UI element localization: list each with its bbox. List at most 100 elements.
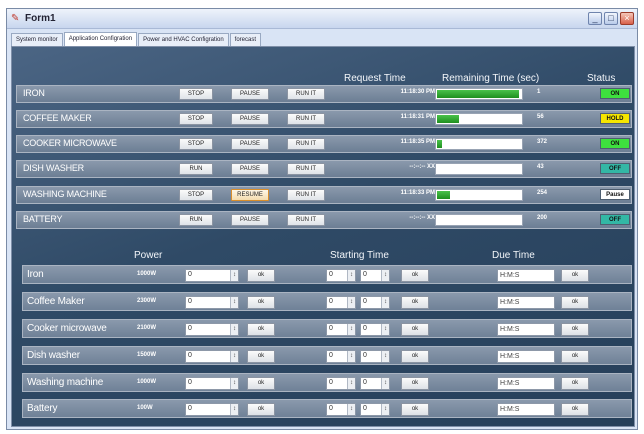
pause-button[interactable]: PAUSE bbox=[231, 214, 269, 226]
start-time-ok-button[interactable]: ok bbox=[401, 377, 429, 390]
spin-arrows-icon[interactable]: ↕ bbox=[230, 324, 238, 335]
close-button[interactable]: × bbox=[620, 12, 634, 25]
start-minute-input[interactable]: 0 ↕ bbox=[360, 350, 390, 363]
title-bar[interactable]: ✎ Form1 _ □ × bbox=[7, 9, 637, 29]
due-time-ok-button[interactable]: ok bbox=[561, 269, 589, 282]
status-badge: ON bbox=[600, 88, 630, 99]
spin-arrows-icon[interactable]: ↕ bbox=[347, 404, 355, 415]
maximize-button[interactable]: □ bbox=[604, 12, 618, 25]
power-value: 0 bbox=[188, 379, 192, 386]
spin-arrows-icon[interactable]: ↕ bbox=[347, 378, 355, 389]
spin-arrows-icon[interactable]: ↕ bbox=[230, 351, 238, 362]
due-time-input[interactable]: H:M:S bbox=[497, 350, 555, 363]
spin-arrows-icon[interactable]: ↕ bbox=[381, 378, 389, 389]
stop-button[interactable]: STOP bbox=[179, 113, 213, 125]
start-hour-input[interactable]: 0 ↕ bbox=[326, 403, 356, 416]
spin-arrows-icon[interactable]: ↕ bbox=[347, 324, 355, 335]
power-input[interactable]: 0 ↕ bbox=[185, 377, 239, 390]
run-it-button[interactable]: RUN IT bbox=[287, 113, 325, 125]
start-time-ok-button[interactable]: ok bbox=[401, 296, 429, 309]
start-hour-value: 0 bbox=[329, 379, 333, 386]
header-remaining-time: Remaining Time (sec) bbox=[442, 73, 540, 84]
spin-arrows-icon[interactable]: ↕ bbox=[230, 404, 238, 415]
power-ok-button[interactable]: ok bbox=[247, 296, 275, 309]
start-minute-input[interactable]: 0 ↕ bbox=[360, 269, 390, 282]
spin-arrows-icon[interactable]: ↕ bbox=[347, 297, 355, 308]
start-hour-input[interactable]: 0 ↕ bbox=[326, 350, 356, 363]
due-time-input[interactable]: H:M:S bbox=[497, 296, 555, 309]
power-input[interactable]: 0 ↕ bbox=[185, 403, 239, 416]
start-hour-input[interactable]: 0 ↕ bbox=[326, 377, 356, 390]
spin-arrows-icon[interactable]: ↕ bbox=[381, 404, 389, 415]
due-time-ok-button[interactable]: ok bbox=[561, 296, 589, 309]
due-time-input[interactable]: H:M:S bbox=[497, 377, 555, 390]
power-input[interactable]: 0 ↕ bbox=[185, 269, 239, 282]
tab-system-monitor[interactable]: System monitor bbox=[11, 33, 63, 46]
due-time-ok-button[interactable]: ok bbox=[561, 403, 589, 416]
spin-arrows-icon[interactable]: ↕ bbox=[381, 351, 389, 362]
start-minute-input[interactable]: 0 ↕ bbox=[360, 377, 390, 390]
request-time: --:--:-- XX bbox=[409, 215, 435, 221]
tab-forecast[interactable]: forecast bbox=[229, 33, 262, 46]
resume-button[interactable]: RESUME bbox=[231, 189, 269, 201]
due-time-input[interactable]: H:M:S bbox=[497, 403, 555, 416]
run-it-button[interactable]: RUN IT bbox=[287, 138, 325, 150]
power-input[interactable]: 0 ↕ bbox=[185, 296, 239, 309]
run-button[interactable]: RUN bbox=[179, 214, 213, 226]
pause-button[interactable]: PAUSE bbox=[231, 163, 269, 175]
remaining-progress-bar bbox=[435, 88, 523, 100]
due-time-ok-button[interactable]: ok bbox=[561, 377, 589, 390]
run-button[interactable]: RUN bbox=[179, 163, 213, 175]
status-badge: OFF bbox=[600, 214, 630, 225]
spin-arrows-icon[interactable]: ↕ bbox=[347, 351, 355, 362]
tab-strip: System monitor Application Configration Po… bbox=[11, 32, 262, 46]
pause-button[interactable]: PAUSE bbox=[231, 113, 269, 125]
start-time-ok-button[interactable]: ok bbox=[401, 403, 429, 416]
run-it-button[interactable]: RUN IT bbox=[287, 189, 325, 201]
power-input[interactable]: 0 ↕ bbox=[185, 323, 239, 336]
remaining-progress-bar bbox=[435, 163, 523, 175]
start-hour-value: 0 bbox=[329, 405, 333, 412]
pause-button[interactable]: PAUSE bbox=[231, 138, 269, 150]
due-time-input[interactable]: H:M:S bbox=[497, 269, 555, 282]
spin-arrows-icon[interactable]: ↕ bbox=[381, 270, 389, 281]
power-ok-button[interactable]: ok bbox=[247, 350, 275, 363]
start-hour-input[interactable]: 0 ↕ bbox=[326, 269, 356, 282]
stop-button[interactable]: STOP bbox=[179, 88, 213, 100]
start-hour-input[interactable]: 0 ↕ bbox=[326, 296, 356, 309]
spin-arrows-icon[interactable]: ↕ bbox=[230, 270, 238, 281]
spin-arrows-icon[interactable]: ↕ bbox=[230, 297, 238, 308]
config-row: Iron 1000W 0 ↕ ok 0 ↕ 0 ↕ ok H:M:S ok bbox=[22, 265, 632, 284]
start-hour-input[interactable]: 0 ↕ bbox=[326, 323, 356, 336]
power-ok-button[interactable]: ok bbox=[247, 269, 275, 282]
run-it-button[interactable]: RUN IT bbox=[287, 214, 325, 226]
run-it-button[interactable]: RUN IT bbox=[287, 163, 325, 175]
start-time-ok-button[interactable]: ok bbox=[401, 350, 429, 363]
power-ok-button[interactable]: ok bbox=[247, 403, 275, 416]
minimize-button[interactable]: _ bbox=[588, 12, 602, 25]
stop-button[interactable]: STOP bbox=[179, 189, 213, 201]
start-minute-input[interactable]: 0 ↕ bbox=[360, 403, 390, 416]
power-ok-button[interactable]: ok bbox=[247, 323, 275, 336]
start-time-ok-button[interactable]: ok bbox=[401, 323, 429, 336]
remaining-seconds: 200 bbox=[537, 215, 548, 221]
start-minute-value: 0 bbox=[363, 405, 367, 412]
start-minute-input[interactable]: 0 ↕ bbox=[360, 323, 390, 336]
appliance-name: WASHING MACHINE bbox=[23, 189, 107, 199]
spin-arrows-icon[interactable]: ↕ bbox=[230, 378, 238, 389]
due-time-input[interactable]: H:M:S bbox=[497, 323, 555, 336]
start-minute-input[interactable]: 0 ↕ bbox=[360, 296, 390, 309]
power-input[interactable]: 0 ↕ bbox=[185, 350, 239, 363]
due-time-ok-button[interactable]: ok bbox=[561, 323, 589, 336]
tab-application-configration[interactable]: Application Configration bbox=[63, 32, 138, 46]
start-time-ok-button[interactable]: ok bbox=[401, 269, 429, 282]
run-it-button[interactable]: RUN IT bbox=[287, 88, 325, 100]
pause-button[interactable]: PAUSE bbox=[231, 88, 269, 100]
spin-arrows-icon[interactable]: ↕ bbox=[347, 270, 355, 281]
spin-arrows-icon[interactable]: ↕ bbox=[381, 324, 389, 335]
tab-power-and-hvac-configration[interactable]: Power and HVAC Configration bbox=[138, 33, 229, 46]
power-ok-button[interactable]: ok bbox=[247, 377, 275, 390]
due-time-ok-button[interactable]: ok bbox=[561, 350, 589, 363]
spin-arrows-icon[interactable]: ↕ bbox=[381, 297, 389, 308]
stop-button[interactable]: STOP bbox=[179, 138, 213, 150]
